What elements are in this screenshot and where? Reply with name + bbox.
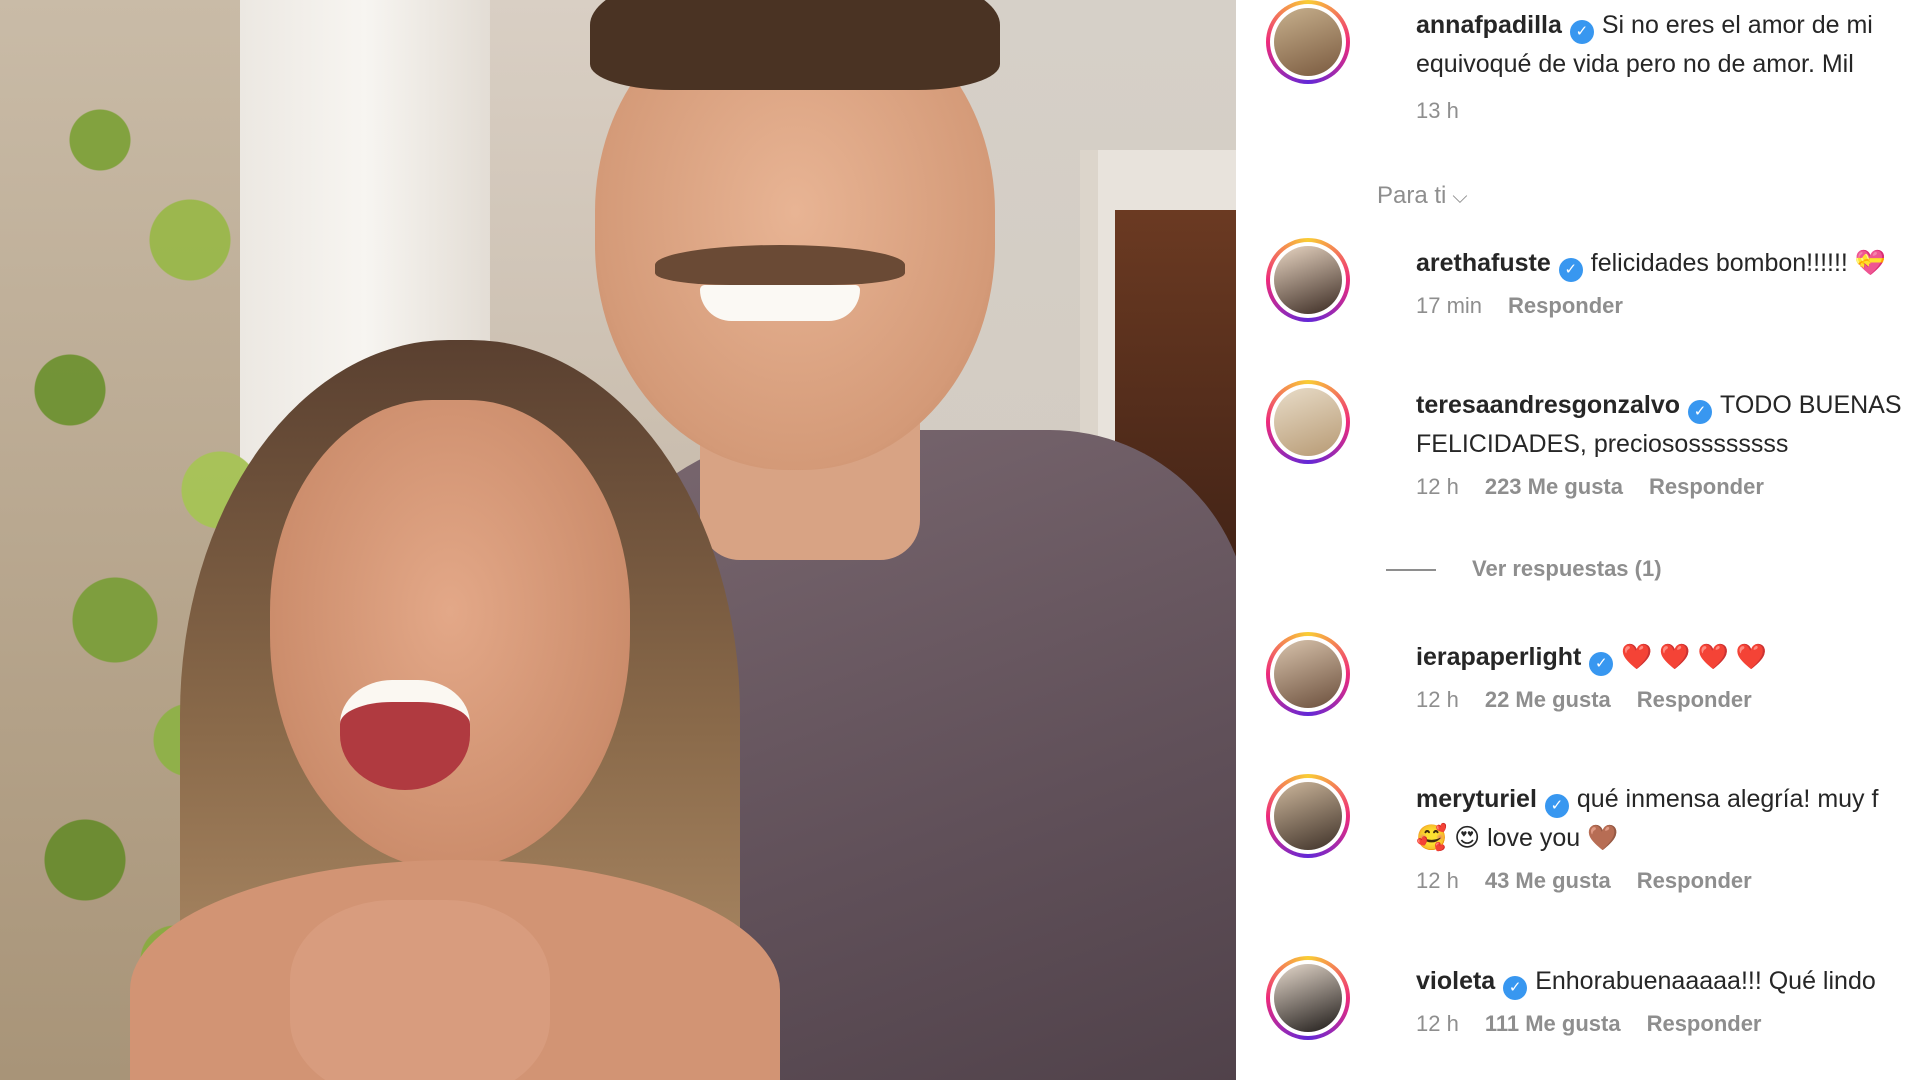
- sort-dropdown[interactable]: Para ti ⌵: [1377, 182, 1468, 210]
- comment-time: 12 h: [1416, 868, 1459, 893]
- chevron-down-icon: ⌵: [1452, 186, 1468, 208]
- verified-badge-icon: ✓: [1503, 976, 1528, 1000]
- avatar[interactable]: [1266, 380, 1350, 464]
- like-count[interactable]: 111 Me gusta: [1485, 1011, 1621, 1036]
- photo-woman-face: [270, 400, 630, 870]
- avatar-image: [1274, 8, 1342, 76]
- like-count[interactable]: 22 Me gusta: [1485, 687, 1611, 712]
- comment-text-line2: 🥰 😍 love you 🤎: [1416, 824, 1619, 852]
- avatar-image: [1274, 246, 1342, 314]
- verified-badge-icon: ✓: [1558, 258, 1583, 282]
- comment-time: 13 h: [1416, 98, 1459, 123]
- comment-text: qué inmensa alegría! muy f: [1576, 785, 1879, 813]
- username[interactable]: arethafuste: [1416, 249, 1551, 277]
- photo-man-mustache: [655, 245, 905, 285]
- view-replies-label: Ver respuestas (1): [1472, 556, 1662, 581]
- comments-panel: annafpadilla ✓ Si no eres el amor de mi eq…: [1236, 0, 1920, 1080]
- username[interactable]: ierapaperlight: [1416, 643, 1581, 671]
- reply-button[interactable]: Responder: [1649, 474, 1764, 499]
- comment-text-line2: equivoqué de vida pero no de amor. Mil: [1416, 50, 1854, 78]
- comment-text: ❤️ ❤️ ❤️ ❤️: [1621, 643, 1767, 671]
- divider: [1386, 569, 1436, 572]
- comment-text: TODO BUENAS: [1720, 391, 1902, 419]
- sort-label: Para ti: [1377, 182, 1447, 209]
- reply-button[interactable]: Responder: [1637, 868, 1752, 893]
- like-count[interactable]: 43 Me gusta: [1485, 868, 1611, 893]
- verified-badge-icon: ✓: [1688, 400, 1712, 424]
- comment-text: felicidades bombon!!!!!! 💝: [1590, 249, 1886, 277]
- photo-ring-hand: [290, 900, 550, 1080]
- verified-badge-icon: ✓: [1589, 652, 1614, 676]
- comment-text-line2: FELICIDADES, preciosossssssss: [1416, 430, 1789, 458]
- username[interactable]: violeta: [1416, 967, 1495, 995]
- avatar[interactable]: [1266, 0, 1350, 84]
- avatar[interactable]: [1266, 956, 1350, 1040]
- username[interactable]: teresaandresgonzalvo: [1416, 391, 1680, 419]
- avatar-image: [1274, 388, 1342, 456]
- avatar[interactable]: [1266, 632, 1350, 716]
- avatar-image: [1274, 782, 1342, 850]
- comment-text: Enhorabuenaaaaa!!! Qué lindo: [1535, 967, 1876, 995]
- avatar[interactable]: [1266, 774, 1350, 858]
- comment-time: 12 h: [1416, 1011, 1459, 1036]
- avatar-image: [1274, 640, 1342, 708]
- reply-button[interactable]: Responder: [1637, 687, 1752, 712]
- verified-badge-icon: ✓: [1544, 794, 1569, 818]
- comment-time: 12 h: [1416, 474, 1459, 499]
- post-photo[interactable]: [0, 0, 1236, 1080]
- like-count[interactable]: 223 Me gusta: [1485, 474, 1623, 499]
- view-replies-button[interactable]: Ver respuestas (1): [1386, 556, 1662, 582]
- comment-time: 12 h: [1416, 687, 1459, 712]
- username[interactable]: annafpadilla: [1416, 11, 1562, 39]
- comment-text: Si no eres el amor de mi: [1601, 11, 1873, 39]
- photo-man-smile: [700, 285, 860, 321]
- avatar-image: [1274, 964, 1342, 1032]
- photo-woman-smile: [340, 680, 470, 790]
- comment-time: 17 min: [1416, 293, 1483, 318]
- username[interactable]: meryturiel: [1416, 785, 1537, 813]
- reply-button[interactable]: Responder: [1508, 293, 1623, 318]
- reply-button[interactable]: Responder: [1647, 1011, 1762, 1036]
- photo-man-hair: [590, 0, 1000, 90]
- verified-badge-icon: ✓: [1569, 20, 1594, 44]
- avatar[interactable]: [1266, 238, 1350, 322]
